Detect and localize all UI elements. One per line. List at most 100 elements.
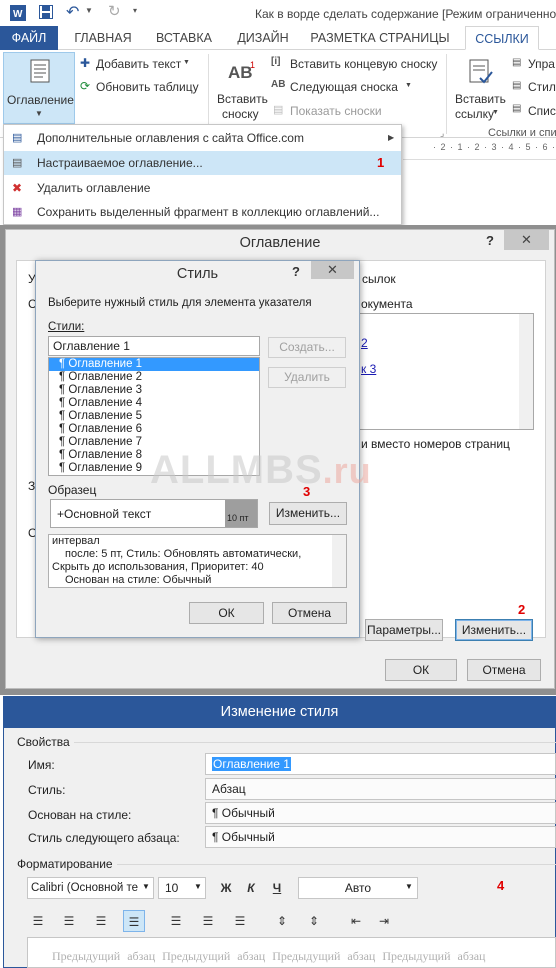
- insert-citation-label-1[interactable]: Вставить: [455, 92, 506, 106]
- list-item[interactable]: ¶ Оглавление 5: [49, 410, 259, 423]
- list-item[interactable]: ¶ Оглавление 2: [49, 371, 259, 384]
- undo-icon[interactable]: ↶: [66, 2, 79, 22]
- bibliography-button[interactable]: Спис: [528, 104, 556, 118]
- list-item-label: Оглавление 6: [68, 423, 143, 435]
- toc-icon: ▤: [12, 157, 23, 169]
- align-right-icon[interactable]: ☰: [90, 910, 112, 932]
- sample-label: Образец: [48, 483, 97, 497]
- help-icon[interactable]: ?: [486, 233, 494, 248]
- preview-link: к 3: [361, 362, 377, 376]
- italic-button[interactable]: К: [240, 877, 262, 899]
- chevron-down-icon[interactable]: ▼: [194, 882, 202, 891]
- styles-input[interactable]: Оглавление 1: [48, 336, 260, 356]
- close-button[interactable]: ✕: [504, 230, 549, 250]
- list-item[interactable]: ¶ Оглавление 6: [49, 423, 259, 436]
- onehalf-spacing-icon[interactable]: ☰: [197, 910, 219, 932]
- chevron-down-icon: ▼: [492, 109, 499, 116]
- modify-button[interactable]: Изменить...: [455, 619, 533, 641]
- tab-home[interactable]: ГЛАВНАЯ: [66, 26, 140, 50]
- delete-button[interactable]: Удалить: [268, 367, 346, 388]
- add-text-button[interactable]: Добавить текст: [96, 57, 181, 71]
- scrollbar[interactable]: [519, 314, 533, 429]
- scrollbar[interactable]: [332, 535, 346, 587]
- double-spacing-icon[interactable]: ☰: [229, 910, 251, 932]
- hyperlinks-option[interactable]: и вместо номеров страниц: [361, 437, 510, 451]
- toc-button[interactable]: Оглавление ▼: [3, 52, 75, 124]
- undo-dropdown-icon[interactable]: ▼: [85, 6, 93, 15]
- web-preview-box: 2 к 3: [356, 313, 534, 430]
- align-left-icon[interactable]: ☰: [27, 910, 49, 932]
- tab-design[interactable]: ДИЗАЙН: [230, 26, 296, 50]
- cancel-button[interactable]: Отмена: [467, 659, 541, 681]
- line-spacing-icon[interactable]: ⇕: [271, 910, 293, 932]
- menu-item-label: Настраиваемое оглавление...: [37, 156, 203, 170]
- watermark: ALLMBS.ru: [150, 448, 372, 493]
- justify-icon[interactable]: ☰: [123, 910, 145, 932]
- style-button[interactable]: Стил: [528, 80, 556, 94]
- bold-button[interactable]: Ж: [215, 877, 237, 899]
- show-notes-icon: ▤: [273, 104, 284, 116]
- sample-text: +Основной текст: [57, 507, 152, 521]
- tab-page-layout[interactable]: РАЗМЕТКА СТРАНИЦЫ: [305, 26, 455, 50]
- list-item[interactable]: ¶ Оглавление 3: [49, 384, 259, 397]
- desc-line: интервал: [52, 535, 100, 547]
- name-value: Оглавление 1: [212, 757, 291, 771]
- sample-size: 10 пт: [227, 513, 249, 523]
- menu-item-more-toc[interactable]: ▤ Дополнительные оглавления с сайта Offi…: [4, 126, 401, 150]
- insert-footnote-label-1[interactable]: Вставить: [217, 92, 268, 106]
- paragraph-spacing-icon[interactable]: ⇕: [303, 910, 325, 932]
- list-item-label: Оглавление 4: [68, 397, 143, 409]
- watermark-text: ALLMBS: [150, 448, 323, 492]
- chevron-down-icon[interactable]: ▼: [142, 882, 150, 891]
- tab-file[interactable]: ФАЙЛ: [0, 26, 58, 50]
- modify-style-button[interactable]: Изменить...: [269, 502, 347, 525]
- list-item-label: Оглавление 5: [68, 410, 143, 422]
- save-icon[interactable]: [39, 5, 53, 19]
- font-select[interactable]: Calibri (Основной те: [27, 877, 154, 899]
- tab-references[interactable]: ССЫЛКИ: [465, 26, 539, 50]
- list-item[interactable]: ¶ Оглавление 1: [49, 358, 259, 371]
- style-type-select[interactable]: Абзац: [205, 778, 556, 800]
- increase-indent-icon[interactable]: ⇥: [373, 910, 395, 932]
- word-app-icon[interactable]: W: [10, 5, 26, 21]
- decrease-indent-icon[interactable]: ⇤: [345, 910, 367, 932]
- list-item[interactable]: ¶ Оглавление 4: [49, 397, 259, 410]
- chevron-down-icon[interactable]: ▼: [405, 882, 413, 891]
- insert-citation-label-2[interactable]: ссылку: [455, 107, 494, 121]
- watermark-domain: .ru: [322, 450, 372, 491]
- svg-text:W: W: [13, 9, 23, 20]
- next-footnote-button[interactable]: Следующая сноска: [290, 80, 398, 94]
- title-bar: W ↶ ▼ ↻ ▾ Как в ворде сделать содержание…: [0, 0, 556, 26]
- based-on-select[interactable]: ¶ Обычный: [205, 802, 556, 824]
- update-table-button[interactable]: Обновить таблицу: [96, 80, 199, 94]
- ok-button[interactable]: ОК: [385, 659, 457, 681]
- tab-links[interactable]: сылок: [362, 272, 396, 286]
- show-notes-button[interactable]: Показать сноски: [290, 104, 382, 118]
- menu-item-custom-toc[interactable]: ▤ Настраиваемое оглавление... 1: [4, 151, 401, 175]
- close-button[interactable]: ✕: [311, 261, 354, 279]
- step-marker-1: 1: [377, 155, 385, 170]
- options-button[interactable]: Параметры...: [365, 619, 443, 641]
- desc-line: Скрыть до использования, Приоритет: 40: [52, 561, 264, 573]
- next-style-select[interactable]: ¶ Обычный: [205, 826, 556, 848]
- insert-footnote-label-2[interactable]: сноску: [222, 107, 259, 121]
- align-center-icon[interactable]: ☰: [58, 910, 80, 932]
- redo-icon[interactable]: ↻: [108, 2, 121, 20]
- help-icon[interactable]: ?: [292, 264, 300, 279]
- menu-item-remove-toc[interactable]: ✖ Удалить оглавление: [4, 176, 401, 200]
- refresh-icon: ⟳: [80, 79, 91, 93]
- qat-customize-icon[interactable]: ▾: [133, 6, 137, 15]
- list-item-label: Оглавление 3: [68, 384, 143, 396]
- cancel-button[interactable]: Отмена: [272, 602, 347, 624]
- underline-button[interactable]: Ч: [266, 877, 288, 899]
- tab-insert[interactable]: ВСТАВКА: [149, 26, 219, 50]
- ok-button[interactable]: ОК: [189, 602, 264, 624]
- manage-sources-button[interactable]: Упра: [528, 57, 555, 71]
- single-spacing-icon[interactable]: ☰: [165, 910, 187, 932]
- insert-endnote-button[interactable]: Вставить концевую сноску: [290, 57, 437, 71]
- size-badge: 10 пт: [225, 500, 257, 527]
- create-button[interactable]: Создать...: [268, 337, 346, 358]
- menu-item-save-selection[interactable]: ▦ Сохранить выделенный фрагмент в коллек…: [4, 200, 401, 224]
- name-input[interactable]: Оглавление 1: [205, 753, 556, 775]
- color-select[interactable]: Авто: [298, 877, 418, 899]
